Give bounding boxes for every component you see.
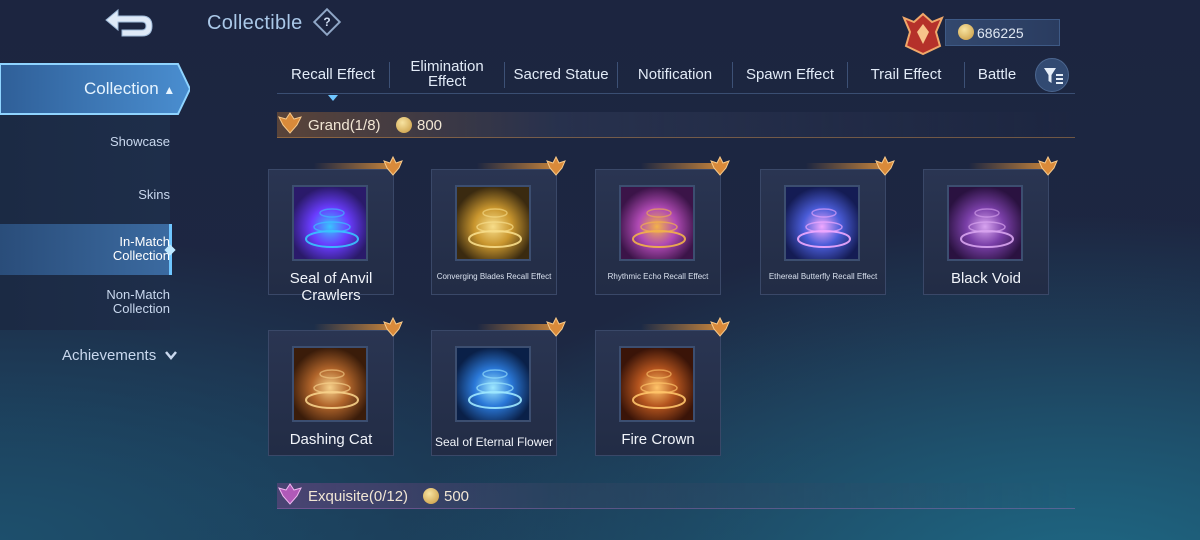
item-name: Ethereal Butterfly Recall Effect xyxy=(768,272,878,281)
section-price-grand: 800 xyxy=(417,117,443,134)
currency-value: 686225 xyxy=(977,25,1024,41)
back-button[interactable] xyxy=(98,4,158,42)
help-button[interactable]: ? xyxy=(312,7,342,37)
exquisite-tier-icon xyxy=(278,483,302,505)
item-name: Seal of Anvil Crawlers xyxy=(289,270,373,304)
grand-tier-icon xyxy=(278,112,302,134)
coin-icon xyxy=(396,117,412,133)
grand-badge-icon xyxy=(545,316,567,338)
item-thumbnail xyxy=(784,185,860,261)
sidebar-collection-label: Collection ▲ xyxy=(84,79,176,98)
tab-recall-effect[interactable]: Recall Effect xyxy=(277,56,389,92)
tab-elimination-effect[interactable]: Elimination Effect xyxy=(390,56,504,92)
tab-battle[interactable]: Battle xyxy=(965,56,1029,92)
filter-icon xyxy=(1044,68,1063,84)
item-name: Converging Blades Recall Effect xyxy=(436,272,552,281)
sidebar-item-in-match-label: In-Match Collection xyxy=(112,234,170,263)
item-card-fire-crown[interactable]: Fire Crown xyxy=(595,330,721,456)
grand-badge-icon xyxy=(709,316,731,338)
back-arrow-icon xyxy=(105,8,153,37)
item-thumbnail xyxy=(455,346,531,422)
grand-badge-icon xyxy=(1037,155,1059,177)
item-thumbnail xyxy=(947,185,1023,261)
sidebar-item-skins[interactable]: Skins xyxy=(138,188,170,202)
tab-notification[interactable]: Notification xyxy=(618,56,732,92)
page-title: Collectible xyxy=(207,12,303,34)
item-thumbnail xyxy=(455,185,531,261)
help-icon: ? xyxy=(323,15,331,29)
grand-badge-icon xyxy=(382,316,404,338)
section-title-exquisite: Exquisite(0/12) xyxy=(308,488,409,505)
sidebar-item-non-match-collection[interactable]: Non-Match Collection xyxy=(106,288,170,316)
chevron-down-icon xyxy=(164,348,178,362)
active-tab-marker xyxy=(328,88,338,101)
item-card-black-void[interactable]: Black Void xyxy=(923,169,1049,295)
section-title-grand: Grand(1/8) xyxy=(308,117,381,134)
sidebar-item-showcase[interactable]: Showcase xyxy=(110,135,170,149)
sidebar-item-achievements[interactable]: Achievements xyxy=(62,347,156,364)
tabs-divider xyxy=(277,93,1075,94)
coin-icon xyxy=(958,24,974,40)
rank-emblem-icon xyxy=(898,8,948,58)
tab-sacred-statue[interactable]: Sacred Statue xyxy=(505,56,617,92)
item-card-converging-blades-recall-effect[interactable]: Converging Blades Recall Effect xyxy=(431,169,557,295)
section-price-exquisite: 500 xyxy=(444,488,470,505)
grand-badge-icon xyxy=(874,155,896,177)
item-name: Seal of Eternal Flower xyxy=(434,435,554,449)
filter-button[interactable] xyxy=(1035,58,1069,92)
grand-badge-icon xyxy=(545,155,567,177)
grand-badge-icon xyxy=(709,155,731,177)
item-card-rhythmic-echo-recall-effect[interactable]: Rhythmic Echo Recall Effect xyxy=(595,169,721,295)
item-name: Rhythmic Echo Recall Effect xyxy=(607,272,709,281)
grand-badge-icon xyxy=(382,155,404,177)
chevron-up-icon: ▲ xyxy=(163,83,176,97)
item-name: Black Void xyxy=(950,270,1022,287)
item-name: Fire Crown xyxy=(621,431,695,448)
item-thumbnail xyxy=(619,185,695,261)
coin-icon xyxy=(423,488,439,504)
item-name: Dashing Cat xyxy=(289,431,373,448)
item-thumbnail xyxy=(619,346,695,422)
item-thumbnail xyxy=(292,346,368,422)
item-card-ethereal-butterfly-recall-effect[interactable]: Ethereal Butterfly Recall Effect xyxy=(760,169,886,295)
category-tabs: Recall Effect Elimination Effect Sacred S… xyxy=(277,56,1075,94)
item-card-dashing-cat[interactable]: Dashing Cat xyxy=(268,330,394,456)
tab-spawn-effect[interactable]: Spawn Effect xyxy=(733,56,847,92)
item-card-seal-of-anvil-crawlers[interactable]: Seal of Anvil Crawlers xyxy=(268,169,394,304)
tab-trail-effect[interactable]: Trail Effect xyxy=(848,56,964,92)
item-thumbnail xyxy=(292,185,368,261)
item-card-seal-of-eternal-flower[interactable]: Seal of Eternal Flower xyxy=(431,330,557,456)
